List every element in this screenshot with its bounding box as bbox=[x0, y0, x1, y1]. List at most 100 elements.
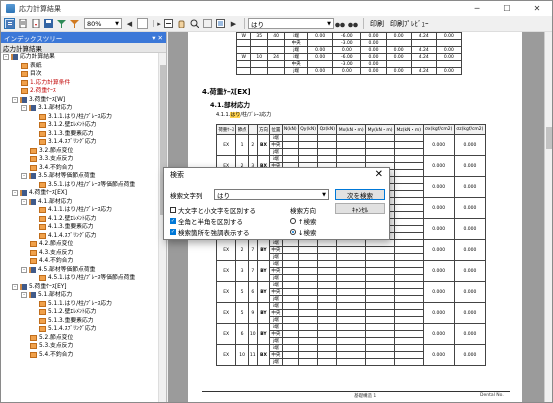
tree-node[interactable]: - 応力計算結果 bbox=[1, 53, 159, 62]
chevron-down-icon[interactable]: ▼ bbox=[320, 192, 328, 198]
tree-node[interactable]: - 4.1.部材応力 bbox=[1, 198, 159, 207]
document-icon[interactable] bbox=[17, 18, 28, 29]
page-next-icon[interactable]: ▶ bbox=[228, 18, 239, 29]
radio-up[interactable] bbox=[290, 218, 296, 224]
print-preview-button[interactable]: 印刷ﾌﾟﾚﾋﾞｭｰ bbox=[390, 19, 429, 29]
tree-node[interactable]: 3.4.不釣合力 bbox=[1, 164, 159, 173]
find-next-button[interactable]: 次を検索 bbox=[335, 189, 385, 200]
tree-node[interactable]: 3.5.1.はり/柱/ﾌﾞﾚｰｽ等価節点荷重 bbox=[1, 181, 159, 190]
toolbar-search-input[interactable]: はり ▼ bbox=[248, 18, 334, 29]
tree-node[interactable]: 3.1.4.ｽﾌﾞﾘﾝｸﾞ応力 bbox=[1, 138, 159, 147]
prev-page-icon[interactable]: ◀ bbox=[124, 18, 135, 29]
direction-up-radio[interactable]: ↑検索 bbox=[290, 216, 316, 226]
expand-toggle-icon[interactable]: - bbox=[21, 105, 27, 112]
minimize-button[interactable]: ─ bbox=[462, 1, 492, 16]
tree-node[interactable]: 4.3.支点反力 bbox=[1, 249, 159, 258]
tree-node[interactable]: - 5.荷重ｹｰｽ[EY] bbox=[1, 283, 159, 292]
tree-node[interactable]: 3.1.3.重要素応力 bbox=[1, 130, 159, 139]
highlight-checkbox[interactable]: ✓ 検索箇所を強調表示する bbox=[170, 227, 250, 237]
table-cell: 0.00 bbox=[332, 46, 362, 54]
case-sensitive-checkbox[interactable]: 大文字と小文字を区別する bbox=[170, 205, 256, 215]
index-tree-toggle-icon[interactable] bbox=[4, 18, 15, 29]
filter-icon[interactable] bbox=[56, 18, 67, 29]
tree-node[interactable]: 5.1.4.ｽﾌﾞﾘﾝｸﾞ応力 bbox=[1, 325, 159, 334]
cancel-button[interactable]: ｷｬﾝｾﾙ bbox=[335, 203, 385, 214]
export-icon[interactable] bbox=[30, 18, 41, 29]
tree-node[interactable]: 4.1.3.重要素応力 bbox=[1, 223, 159, 232]
table-cell bbox=[394, 295, 424, 303]
tree-node[interactable]: 3.3.支点反力 bbox=[1, 155, 159, 164]
tree-node[interactable]: 表紙 bbox=[1, 62, 159, 71]
save-icon[interactable] bbox=[43, 18, 54, 29]
tree-node[interactable]: 4.1.2.壁ｴﾚﾒﾝﾄ応力 bbox=[1, 215, 159, 224]
tree-node-label: 2.荷重ｹｰｽ bbox=[30, 88, 56, 94]
maximize-button[interactable]: ☐ bbox=[492, 1, 522, 16]
table-cell bbox=[317, 358, 338, 366]
panel-pin-close-icon[interactable]: ▾ ✕ bbox=[152, 34, 163, 42]
tree-node[interactable]: 5.4.不釣合力 bbox=[1, 351, 159, 360]
checkbox-box[interactable] bbox=[170, 207, 176, 213]
tree-node[interactable]: - 5.1.部材応力 bbox=[1, 291, 159, 300]
fit-width-icon[interactable] bbox=[163, 18, 174, 29]
tree-node[interactable]: 5.1.3.重要素応力 bbox=[1, 317, 159, 326]
tree-node[interactable]: - 3.5.部材等価節点荷重 bbox=[1, 172, 159, 181]
tree-node[interactable]: 3.1.1.はり/柱/ﾌﾞﾚｰｽ応力 bbox=[1, 113, 159, 122]
fit-page-icon[interactable]: ｜▸ bbox=[150, 18, 161, 29]
tree-node[interactable]: 2.荷重ｹｰｽ bbox=[1, 87, 159, 96]
table-cell: -6.00 bbox=[332, 32, 362, 40]
expand-toggle-icon[interactable]: - bbox=[12, 96, 18, 103]
print-button[interactable]: 印刷 bbox=[370, 19, 384, 29]
page-view-icon[interactable] bbox=[215, 18, 226, 29]
zoom-icon[interactable] bbox=[189, 18, 200, 29]
tree-node[interactable]: 5.1.2.壁ｴﾚﾒﾝﾄ応力 bbox=[1, 308, 159, 317]
document-scroll-thumb[interactable] bbox=[546, 127, 552, 149]
table-cell bbox=[336, 148, 367, 156]
radio-down[interactable] bbox=[290, 229, 296, 235]
tree-node[interactable]: 4.4.不釣合力 bbox=[1, 257, 159, 266]
search-string-input[interactable]: はり ▼ bbox=[214, 189, 329, 200]
setting-icon[interactable] bbox=[69, 18, 80, 29]
tree-node[interactable]: 4.1.4.ｽﾌﾞﾘﾝｸﾞ応力 bbox=[1, 232, 159, 241]
tree-node[interactable]: 1.応力計算条件 bbox=[1, 79, 159, 88]
expand-toggle-icon[interactable]: - bbox=[3, 54, 9, 61]
find-next-icon[interactable] bbox=[347, 18, 358, 29]
table-cell bbox=[336, 134, 367, 142]
direction-down-radio[interactable]: ↓検索 bbox=[290, 227, 316, 237]
select-icon[interactable] bbox=[202, 18, 213, 29]
document-scrollbar[interactable] bbox=[544, 32, 552, 402]
tree-node[interactable]: 5.2.節点変位 bbox=[1, 334, 159, 343]
checkbox-box[interactable]: ✓ bbox=[170, 218, 176, 224]
page-box[interactable] bbox=[137, 18, 148, 29]
find-icon[interactable] bbox=[334, 18, 345, 29]
panel-tab[interactable]: 応力計算結果 bbox=[1, 43, 166, 53]
tree-node[interactable]: 5.3.支点反力 bbox=[1, 342, 159, 351]
tree-node[interactable]: 目次 bbox=[1, 70, 159, 79]
table-cell bbox=[394, 183, 424, 191]
table-cell: 0.000 bbox=[453, 197, 487, 219]
checkbox-box[interactable]: ✓ bbox=[170, 229, 176, 235]
tree-node[interactable]: 3.2.節点変位 bbox=[1, 147, 159, 156]
close-button[interactable]: ✕ bbox=[522, 1, 552, 16]
width-sensitive-checkbox[interactable]: ✓ 全角と半角を区別する bbox=[170, 216, 243, 226]
tree-node[interactable]: - 3.1.部材応力 bbox=[1, 104, 159, 113]
expand-toggle-icon[interactable]: - bbox=[12, 190, 18, 197]
expand-toggle-icon[interactable]: - bbox=[12, 283, 18, 290]
tree-node[interactable]: 5.1.1.はり/柱/ﾌﾞﾚｰｽ応力 bbox=[1, 300, 159, 309]
tree-node[interactable]: 4.5.1.はり/柱/ﾌﾞﾚｰｽ等価節点荷重 bbox=[1, 274, 159, 283]
table-cell bbox=[336, 260, 367, 268]
tree-node[interactable]: - 4.荷重ｹｰｽ[EX] bbox=[1, 189, 159, 198]
hand-icon[interactable] bbox=[176, 18, 187, 29]
expand-toggle-icon[interactable]: - bbox=[21, 173, 27, 180]
book-icon bbox=[29, 198, 36, 205]
dialog-close-icon[interactable]: ✕ bbox=[375, 169, 383, 180]
expand-toggle-icon[interactable]: - bbox=[21, 198, 27, 205]
expand-toggle-icon[interactable]: - bbox=[21, 266, 27, 273]
tree-node[interactable]: - 4.5.部材等価節点荷重 bbox=[1, 266, 159, 275]
tree-node[interactable]: 4.1.1.はり/柱/ﾌﾞﾚｰｽ応力 bbox=[1, 206, 159, 215]
tree-node[interactable]: 3.1.2.壁ｴﾚﾒﾝﾄ応力 bbox=[1, 121, 159, 130]
tree-node[interactable]: - 3.荷重ｹｰｽ[W] bbox=[1, 96, 159, 105]
zoom-select[interactable]: 80% ▼ bbox=[84, 18, 122, 29]
tree-node-label: 5.4.不釣合力 bbox=[39, 351, 74, 358]
expand-toggle-icon[interactable]: - bbox=[21, 292, 27, 299]
tree-node[interactable]: 4.2.節点変位 bbox=[1, 240, 159, 249]
